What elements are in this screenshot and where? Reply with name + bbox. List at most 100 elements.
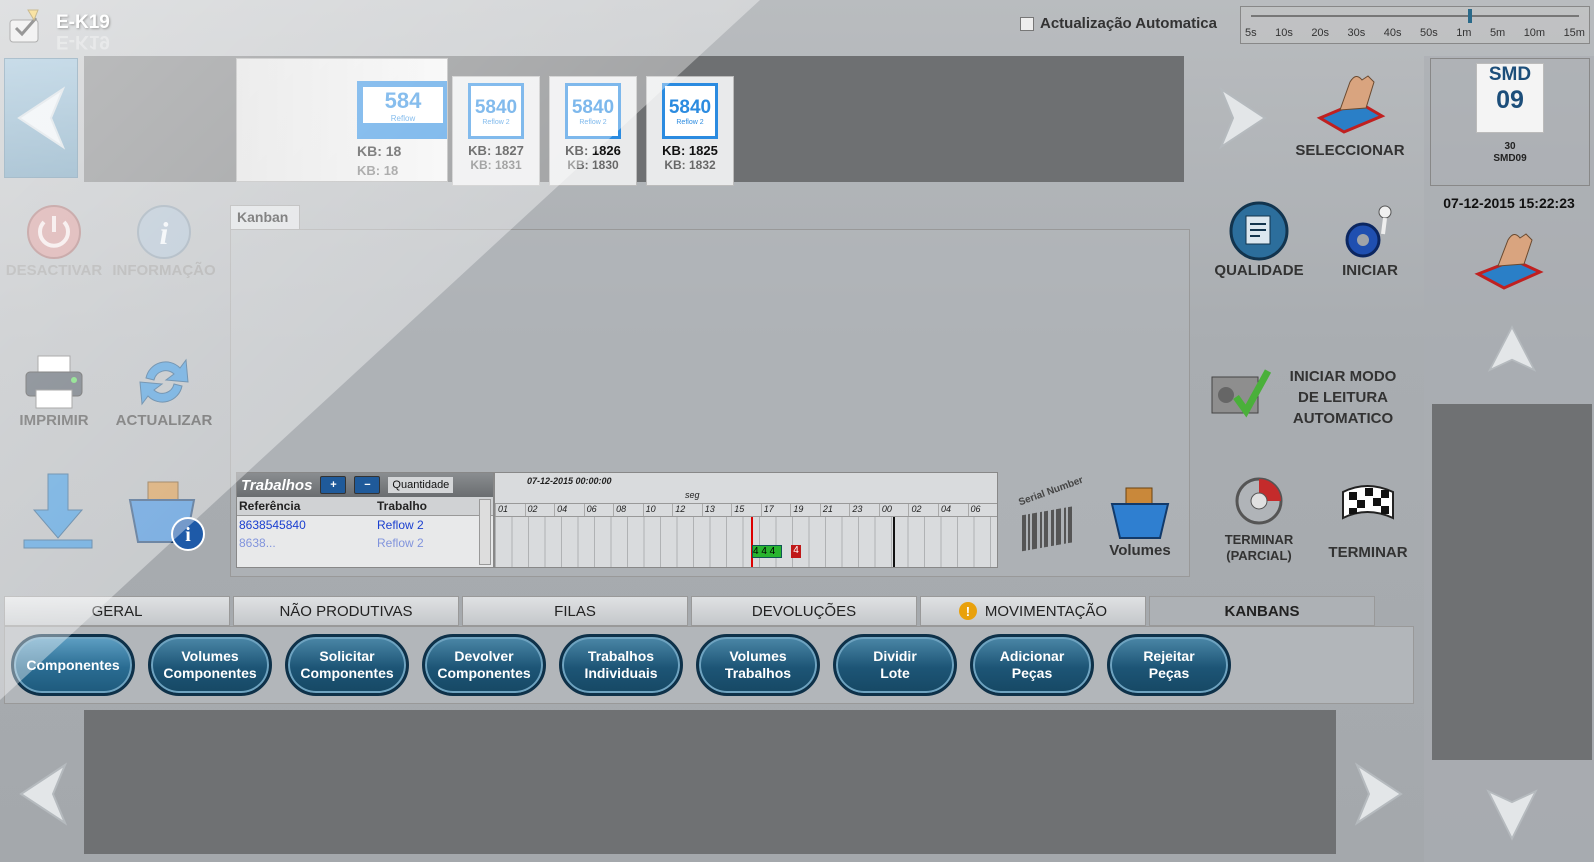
card-sub: Reflow 2 [482,118,510,126]
tab-kanban[interactable]: Kanban [230,205,300,229]
col-reference[interactable]: Referência [237,497,375,515]
slider-tick[interactable]: 30s [1348,27,1366,39]
quantity-toggle[interactable]: Quantidade [388,477,454,493]
slider-tick[interactable]: 40s [1384,27,1402,39]
checkered-flag-icon [1342,485,1394,520]
row-reference: 8638545840 [239,518,306,532]
table-row[interactable]: 8638545840 Reflow 2 [237,516,493,534]
kanban-card-label: 5840 Reflow 2 [662,83,718,139]
gantt-chart[interactable]: 07-12-2015 00:00:00 seg 01 02 04 06 08 10 12 13… [494,472,998,568]
arrow-left-icon [19,762,68,826]
refresh-icon [139,358,189,406]
tab-filas[interactable]: FILAS [462,596,688,626]
slider-tick[interactable]: 10s [1275,27,1293,39]
start-button[interactable]: INICIAR [1320,200,1420,296]
action-button-devolver-componentes[interactable]: Devolver Componentes [422,634,546,696]
slider-tick[interactable]: 15m [1564,27,1585,39]
action-button-volumes-trabalhos[interactable]: Volumes Trabalhos [696,634,820,696]
action-button-trabalhos-individuais[interactable]: Trabalhos Individuais [559,634,683,696]
gear-partial-icon [1235,477,1283,525]
info-button[interactable]: i INFORMAÇÃO [106,202,222,294]
volumes-label: Volumes [1109,542,1171,559]
card-kb: KB: 1825 [662,143,718,158]
action-button-label: Dividir Lote [873,648,917,682]
slider-tick[interactable]: 20s [1311,27,1329,39]
slider-tick[interactable]: 5m [1490,27,1505,39]
download-arrow-icon [23,473,93,549]
tab-geral[interactable]: GERAL [4,596,230,626]
select-label: SELECCIONAR [1295,142,1405,159]
jobs-scrollbar[interactable] [479,499,491,565]
kanban-card[interactable]: 5840 Reflow 2 KB: 1826 KB: 1830 [549,76,637,186]
label-line-1: Dividir [873,648,917,664]
slider-tick[interactable]: 50s [1420,27,1438,39]
row-reference: 8638... [239,536,276,548]
download-button[interactable] [20,470,96,562]
gantt-day: seg [685,490,700,500]
slider-ticks: 5s 10s 20s 30s 40s 50s 1m 5m 10m 15m [1245,27,1585,39]
volumes-button[interactable]: Volumes [1100,482,1180,566]
action-button-volumes-componentes[interactable]: Volumes Componentes [148,634,272,696]
gantt-hour-label: 12 [672,504,702,516]
gantt-hour-label: 13 [701,504,732,516]
tab-kanbans[interactable]: KANBANS [1149,596,1375,626]
auto-read-mode-button[interactable]: INICIAR MODO DE LEITURA AUTOMATICO [1206,352,1420,442]
refresh-button[interactable]: ACTUALIZAR [106,352,222,444]
tab-movimenta-o[interactable]: ! MOVIMENTAÇÃO [920,596,1146,626]
slider-tick[interactable]: 10m [1524,27,1545,39]
start-gear-icon [1345,205,1392,258]
zoom-out-icon[interactable]: − [354,476,381,494]
tab-devolu-es[interactable]: DEVOLUÇÕES [691,596,917,626]
gantt-hour-label: 04 [937,504,968,516]
arrow-up-icon [1487,325,1537,372]
quality-icon [1229,201,1289,261]
basket-info-button[interactable]: i [124,470,210,562]
finish-partial-button[interactable]: TERMINAR (PARCIAL) [1204,470,1314,570]
label-line-2: Individuais [584,665,658,681]
quality-button[interactable]: QUALIDADE [1204,200,1314,296]
line-small-code: SMD09 [1493,153,1527,164]
refresh-interval-slider[interactable]: 5s 10s 20s 30s 40s 50s 1m 5m 10m 15m [1240,6,1590,44]
kanban-card[interactable]: 5840 Reflow 2 KB: 1827 KB: 1831 [452,76,540,186]
gantt-hour-label: 06 [967,504,998,516]
scroll-up-button[interactable] [1472,316,1552,388]
kanban-card-stack[interactable]: 584 Reflow KB: 18 KB: 18 [236,58,448,182]
gantt-date: 07-12-2015 00:00:00 [527,476,612,486]
scroll-left-top-button[interactable] [4,58,78,178]
gantt-hour-label: 21 [819,504,850,516]
print-button[interactable]: IMPRIMIR [4,352,104,444]
line-select-button[interactable] [1470,226,1550,296]
arrow-down-icon [1486,789,1538,841]
tab-n-o-produtivas[interactable]: NÃO PRODUTIVAS [233,596,459,626]
action-button-solicitar-componentes[interactable]: Solicitar Componentes [285,634,409,696]
table-row[interactable]: 8638... Reflow 2 [237,534,493,548]
slider-tick[interactable]: 1m [1456,27,1471,39]
col-job[interactable]: Trabalho [375,497,471,515]
slider-thumb[interactable] [1468,9,1472,23]
gantt-hour-label: 15 [731,504,761,516]
auto-update-toggle[interactable]: Actualização Automatica [1020,15,1217,32]
label-line-1: Rejeitar [1143,648,1195,664]
finish-button[interactable]: TERMINAR [1318,478,1418,574]
scroll-left-bottom-button[interactable] [6,734,80,854]
scroll-right-bottom-button[interactable] [1342,734,1416,854]
action-button-componentes[interactable]: Componentes [11,634,135,696]
action-button-adicionar-pe-as[interactable]: Adicionar Peças [970,634,1094,696]
zoom-in-icon[interactable]: + [320,476,347,494]
gantt-hour-label: 04 [554,504,584,516]
kanban-card[interactable]: 5840 Reflow 2 KB: 1825 KB: 1832 [646,76,734,186]
scroll-down-button[interactable] [1472,774,1552,854]
scroll-right-top-button[interactable] [1206,58,1280,178]
action-button-dividir-lote[interactable]: Dividir Lote [833,634,957,696]
slider-tick[interactable]: 5s [1245,27,1257,39]
line-sub: 30 SMD09 [1431,141,1589,165]
gantt-job-bar[interactable]: 4 4 4 [752,545,782,558]
line-indicator[interactable]: SMD 09 30 SMD09 [1430,58,1590,186]
action-button-rejeitar-pe-as[interactable]: Rejeitar Peças [1107,634,1231,696]
label-line-2: Peças [1011,665,1053,681]
deactivate-button[interactable]: DESACTIVAR [4,202,104,294]
select-button[interactable]: SELECCIONAR [1290,62,1410,176]
auto-update-checkbox[interactable] [1020,16,1034,31]
refresh-label: ACTUALIZAR [115,412,213,429]
gantt-alert-bar[interactable]: 4 [791,545,801,558]
